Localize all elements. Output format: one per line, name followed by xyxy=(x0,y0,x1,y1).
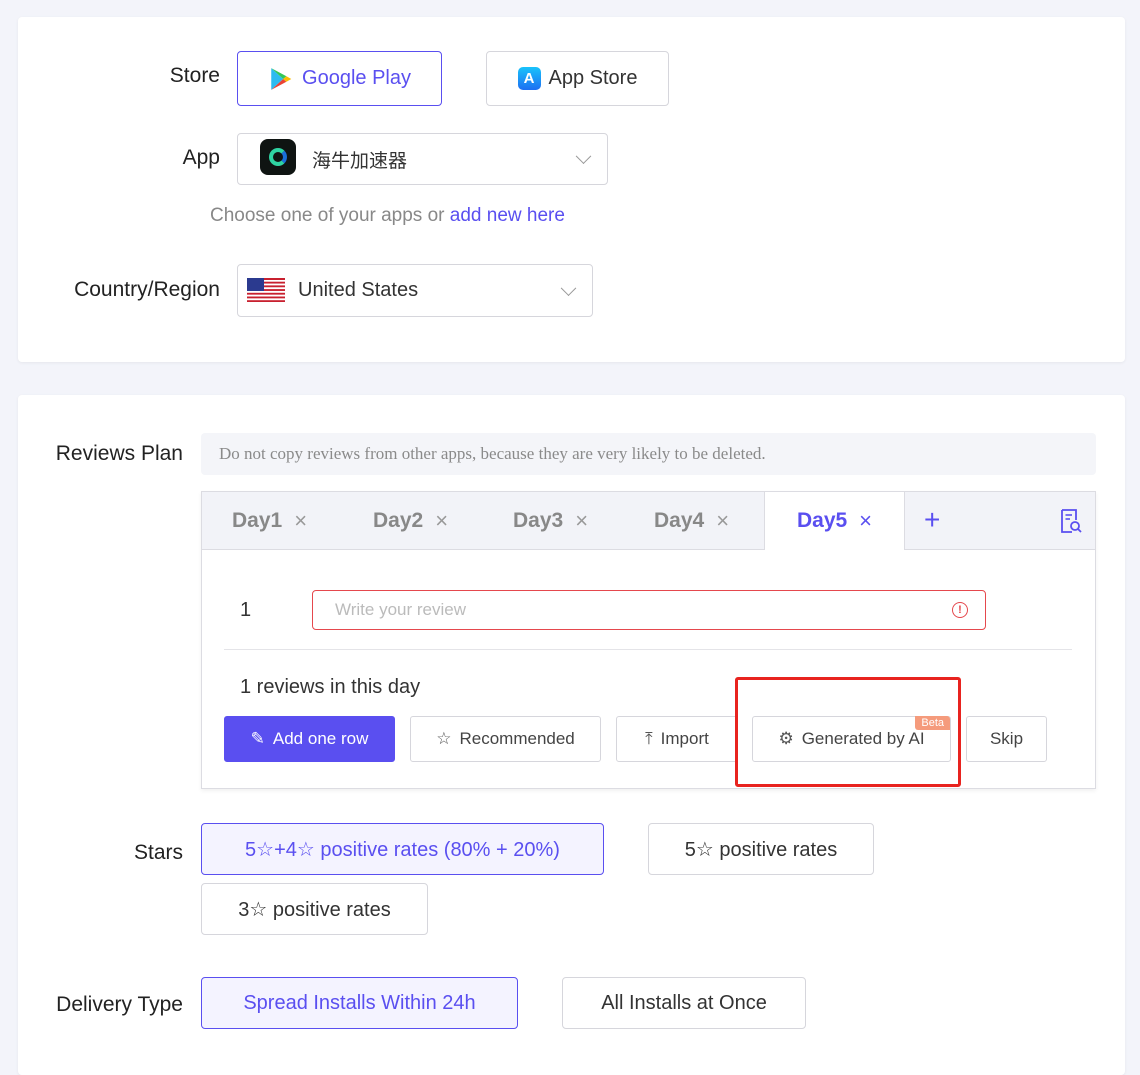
delivery-option-label: Spread Installs Within 24h xyxy=(243,991,476,1014)
app-store-label: App Store xyxy=(548,67,638,89)
tab-day1-label: Day1 xyxy=(232,508,283,532)
review-row-number: 1 xyxy=(240,599,252,621)
tab-day5-label: Day5 xyxy=(796,509,848,532)
tab-day3-label: Day3 xyxy=(513,508,564,532)
reviews-count: 1 reviews in this day xyxy=(240,676,421,698)
store-label: Store xyxy=(169,64,220,87)
add-one-row-button[interactable]: ✎ Add one row xyxy=(224,716,395,762)
upload-icon: ⤒ xyxy=(645,729,653,748)
stars-label: Stars xyxy=(133,841,183,864)
delivery-option-label: All Installs at Once xyxy=(601,991,767,1014)
country-label: Country/Region xyxy=(74,278,220,301)
document-search-icon[interactable] xyxy=(1059,508,1083,534)
import-label: Import xyxy=(660,729,709,748)
app-select[interactable]: 海牛加速器 xyxy=(237,133,608,185)
tab-day5[interactable]: Day5 × xyxy=(764,492,905,550)
close-icon[interactable]: × xyxy=(575,508,588,534)
country-selected-value: United States xyxy=(298,279,419,301)
tab-day3[interactable]: Day3 × xyxy=(513,492,588,549)
day-tabs: Day1 × Day2 × Day3 × Day4 × Day5 × + xyxy=(202,492,1095,550)
import-button[interactable]: ⤒ Import xyxy=(616,716,738,762)
generated-by-ai-label: Generated by AI xyxy=(801,729,925,748)
app-store-icon: A xyxy=(517,67,541,90)
tab-day2-label: Day2 xyxy=(373,508,424,532)
close-icon[interactable]: × xyxy=(294,508,307,534)
tab-day4-label: Day4 xyxy=(654,508,705,532)
warning-icon: ! xyxy=(952,602,968,618)
pencil-icon: ✎ xyxy=(250,729,265,748)
stars-option-80-20[interactable]: 5☆+4☆ positive rates (80% + 20%) xyxy=(201,823,604,875)
google-play-label: Google Play xyxy=(302,67,411,89)
star-icon: ☆ xyxy=(436,729,452,748)
stars-option-label: 3☆ positive rates xyxy=(238,898,391,921)
tab-day2[interactable]: Day2 × xyxy=(373,492,448,549)
chevron-down-icon xyxy=(560,279,577,296)
skip-button[interactable]: Skip xyxy=(966,716,1047,762)
google-play-button[interactable]: Google Play xyxy=(237,51,442,106)
close-icon[interactable]: × xyxy=(716,508,729,534)
google-play-icon xyxy=(271,67,292,90)
close-icon[interactable]: × xyxy=(859,508,872,534)
app-label: App xyxy=(182,146,220,169)
app-selected-value: 海牛加速器 xyxy=(312,149,408,172)
reviews-plan-label: Reviews Plan xyxy=(55,442,183,465)
stars-option-label: 5☆ positive rates xyxy=(684,838,838,861)
app-store-button[interactable]: A App Store xyxy=(486,51,669,106)
chevron-down-icon xyxy=(575,148,592,165)
reviews-notice: Do not copy reviews from other apps, bec… xyxy=(201,433,1096,475)
robot-icon: ⚙ xyxy=(778,729,794,748)
add-one-row-label: Add one row xyxy=(272,729,369,748)
skip-label: Skip xyxy=(989,729,1024,748)
delivery-all-once-button[interactable]: All Installs at Once xyxy=(562,977,806,1029)
stars-option-5[interactable]: 5☆ positive rates xyxy=(648,823,874,875)
generated-by-ai-button[interactable]: ⚙ Generated by AI Beta xyxy=(752,716,951,762)
reviews-panel: Day1 × Day2 × Day3 × Day4 × Day5 × + 1 W… xyxy=(201,491,1096,789)
close-icon[interactable]: × xyxy=(435,508,448,534)
recommended-label: Recommended xyxy=(459,729,575,748)
stars-option-label: 5☆+4☆ positive rates (80% + 20%) xyxy=(245,838,560,861)
app-hint: Choose one of your apps or add new here xyxy=(210,205,565,227)
delivery-type-label: Delivery Type xyxy=(56,993,183,1016)
tab-day1[interactable]: Day1 × xyxy=(232,492,307,549)
add-new-app-link[interactable]: add new here xyxy=(450,205,565,226)
delivery-spread-button[interactable]: Spread Installs Within 24h xyxy=(201,977,518,1029)
country-select[interactable]: United States xyxy=(237,264,593,317)
app-hint-text: Choose one of your apps or xyxy=(210,205,445,226)
divider xyxy=(224,649,1072,650)
beta-badge: Beta xyxy=(915,716,950,730)
add-day-icon[interactable]: + xyxy=(924,504,940,536)
review-input[interactable] xyxy=(312,590,986,630)
recommended-button[interactable]: ☆ Recommended xyxy=(410,716,601,762)
tab-day4[interactable]: Day4 × xyxy=(654,492,729,549)
stars-option-3[interactable]: 3☆ positive rates xyxy=(201,883,428,935)
us-flag-icon xyxy=(247,278,285,302)
app-icon xyxy=(260,139,296,175)
